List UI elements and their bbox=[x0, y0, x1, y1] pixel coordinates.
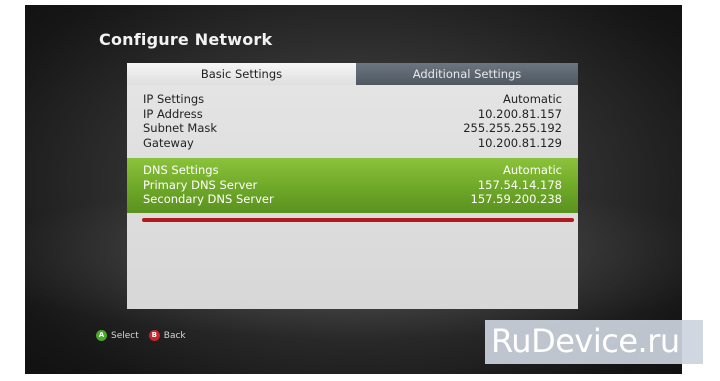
b-button-icon: B bbox=[148, 330, 160, 341]
dns-label: Primary DNS Server bbox=[143, 177, 258, 192]
tab-basic-settings[interactable]: Basic Settings bbox=[127, 63, 356, 85]
tab-additional-settings[interactable]: Additional Settings bbox=[356, 63, 578, 85]
select-hint[interactable]: Select bbox=[111, 331, 139, 341]
network-screen: Configure Network Basic Settings Additio… bbox=[25, 5, 682, 374]
settings-panel: IP Settings Automatic IP Address 10.200.… bbox=[127, 85, 578, 309]
highlight-underline bbox=[142, 218, 574, 222]
watermark-overlay: RuDevice.ru bbox=[485, 320, 703, 364]
dns-row-secondary: Secondary DNS Server 157.59.200.238 bbox=[143, 192, 562, 207]
setting-label: Gateway bbox=[143, 135, 194, 150]
a-button-icon: A bbox=[96, 330, 107, 341]
setting-row-subnet-mask[interactable]: Subnet Mask 255.255.255.192 bbox=[143, 121, 562, 136]
dns-row-primary: Primary DNS Server 157.54.14.178 bbox=[143, 178, 562, 193]
setting-label: IP Settings bbox=[143, 92, 205, 106]
ip-settings-list: IP Settings Automatic IP Address 10.200.… bbox=[143, 92, 562, 150]
setting-row-gateway[interactable]: Gateway 10.200.81.129 bbox=[143, 136, 562, 151]
dns-settings-list: DNS Settings Automatic Primary DNS Serve… bbox=[143, 163, 562, 207]
back-hint[interactable]: Back bbox=[164, 331, 186, 341]
dns-row-settings: DNS Settings Automatic bbox=[143, 163, 562, 178]
setting-value: Automatic bbox=[503, 92, 562, 106]
dns-label: DNS Settings bbox=[143, 163, 219, 177]
setting-value: 10.200.81.129 bbox=[477, 135, 562, 150]
dns-value: 157.59.200.238 bbox=[470, 192, 562, 207]
dns-settings-selected[interactable]: DNS Settings Automatic Primary DNS Serve… bbox=[127, 158, 578, 213]
watermark-text: RuDevice.ru bbox=[491, 322, 680, 360]
dns-value: Automatic bbox=[503, 163, 562, 177]
dns-value: 157.54.14.178 bbox=[477, 177, 562, 192]
setting-label: IP Address bbox=[143, 106, 203, 121]
setting-value: 255.255.255.192 bbox=[463, 121, 562, 136]
setting-label: Subnet Mask bbox=[143, 121, 218, 136]
tab-bar: Basic Settings Additional Settings bbox=[127, 63, 578, 85]
setting-row-ip-address[interactable]: IP Address 10.200.81.157 bbox=[143, 107, 562, 122]
setting-row-ip-settings[interactable]: IP Settings Automatic bbox=[143, 92, 562, 107]
controller-hints: A Select B Back bbox=[96, 330, 186, 341]
setting-value: 10.200.81.157 bbox=[477, 106, 562, 121]
page-title: Configure Network bbox=[99, 30, 273, 49]
dns-label: Secondary DNS Server bbox=[143, 192, 274, 207]
